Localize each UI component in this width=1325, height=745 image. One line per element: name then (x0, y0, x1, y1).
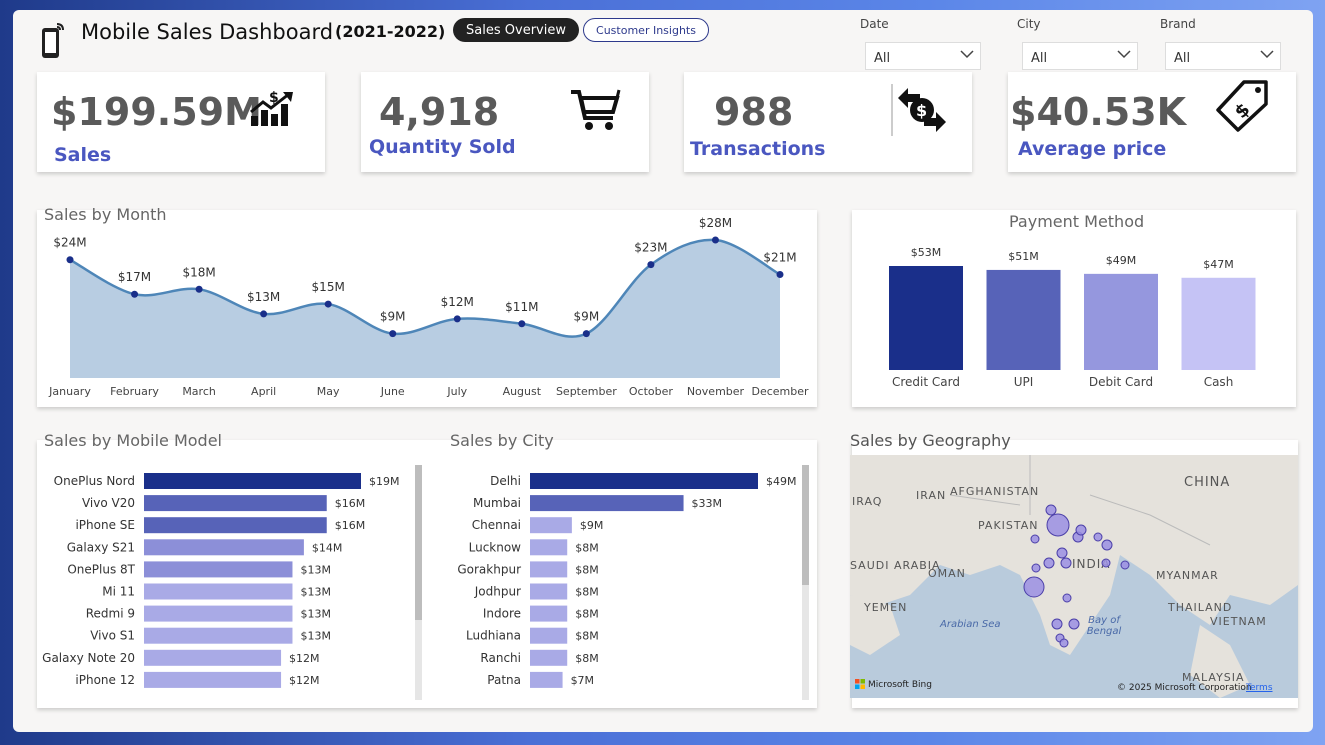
model-scrollbar[interactable] (415, 465, 422, 700)
city-bar (530, 495, 684, 512)
map-bubble (1120, 560, 1130, 570)
city-data-label: $8M (575, 586, 599, 599)
city-bar (530, 539, 568, 556)
map-bubble (1060, 557, 1072, 569)
city-data-label: $8M (575, 608, 599, 621)
city-bar (530, 583, 568, 600)
city-bar (530, 517, 572, 534)
map-copyright: © 2025 Microsoft Corporation (1117, 683, 1252, 693)
city-data-label: $8M (575, 652, 599, 665)
city-bar (530, 473, 758, 489)
city-scrollbar[interactable] (802, 465, 809, 700)
city-data-label: $9M (580, 519, 604, 532)
city-data-label: $8M (575, 630, 599, 643)
city-category-label: Chennai (472, 518, 521, 532)
map-bubble (1093, 532, 1103, 542)
map-terms-link[interactable]: Terms (1246, 683, 1273, 693)
city-data-label: $49M (766, 475, 797, 488)
city-category-label: Ranchi (480, 651, 521, 665)
city-bar (530, 671, 563, 688)
dashboard-canvas: Mobile Sales Dashboard (2021-2022) Sales… (13, 10, 1313, 732)
city-category-label: Lucknow (469, 540, 522, 554)
map-bubble (1045, 504, 1057, 516)
map-bubble-layer (1023, 504, 1130, 648)
model-scroll-thumb[interactable] (415, 465, 422, 620)
city-bar (530, 605, 568, 622)
map-bubble (1031, 563, 1041, 573)
city-bar (530, 649, 568, 666)
map-brand: Microsoft Bing (868, 680, 932, 690)
map-bubble (1051, 618, 1063, 630)
city-category-label: Delhi (490, 474, 521, 488)
city-category-label: Ludhiana (466, 629, 521, 643)
city-category-label: Indore (483, 607, 521, 621)
city-category-label: Gorakhpur (457, 562, 521, 576)
city-category-label: Patna (487, 673, 521, 687)
map-bubble (1030, 534, 1040, 544)
city-bar (530, 627, 568, 644)
map-bubble (1101, 558, 1111, 568)
map-bubble (1059, 638, 1069, 648)
city-data-label: $33M (692, 497, 723, 510)
city-category-label: Mumbai (473, 496, 521, 510)
city-data-label: $7M (571, 674, 595, 687)
microsoft-logo-icon (855, 679, 865, 689)
map-bubble (1023, 576, 1045, 598)
map-bubble (1101, 539, 1113, 551)
city-data-label: $8M (575, 563, 599, 576)
map-bubble (1043, 557, 1055, 569)
city-category-label: Jodhpur (474, 585, 521, 599)
map-bubble (1056, 547, 1068, 559)
city-bar (530, 561, 568, 578)
map-bubble (1062, 593, 1072, 603)
city-scroll-thumb[interactable] (802, 465, 809, 585)
map-bubble (1046, 513, 1070, 537)
map-bubble (1075, 524, 1087, 536)
map-bubble (1068, 618, 1080, 630)
sales-by-geography-title: Sales by Geography (850, 431, 1011, 450)
geography-map[interactable]: IRAQ IRAN AFGHANISTAN PAKISTAN CHINA IND… (850, 455, 1298, 698)
city-data-label: $8M (575, 541, 599, 554)
